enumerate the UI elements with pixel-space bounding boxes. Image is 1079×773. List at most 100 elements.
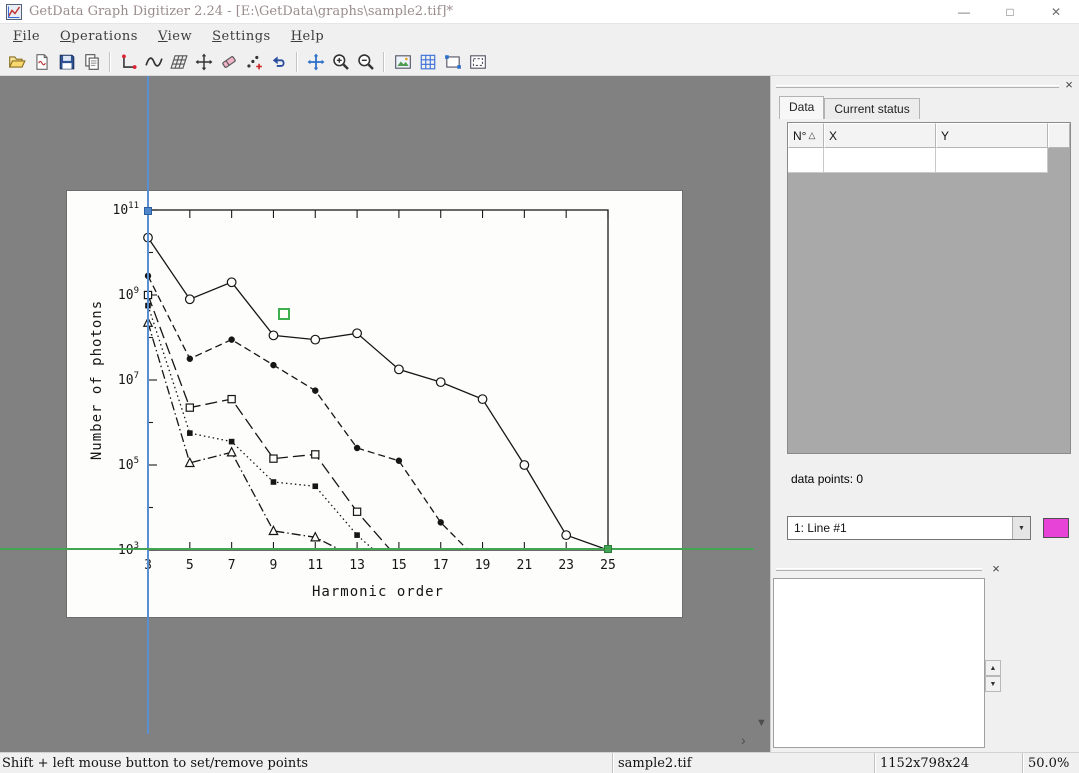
axis-point-handle-blue[interactable]: [144, 207, 152, 215]
show-image-button[interactable]: [390, 50, 415, 74]
menu-view[interactable]: View: [148, 26, 202, 47]
column-header-x[interactable]: X: [824, 123, 936, 148]
menu-help[interactable]: Help: [281, 26, 335, 47]
preview-panel[interactable]: [773, 578, 985, 748]
menu-file[interactable]: File: [3, 26, 50, 47]
zoom-in-icon: [332, 53, 350, 71]
digitize-area-icon: [170, 53, 188, 71]
toolbar-separator: [383, 52, 385, 72]
cell-y[interactable]: [936, 148, 1048, 173]
menu-settings[interactable]: Settings: [202, 26, 281, 47]
preview-panel-close-icon[interactable]: ×: [989, 563, 1003, 577]
svg-text:11: 11: [307, 558, 323, 573]
digitized-graph: 101110910710510335791113151719212325Harm…: [67, 191, 682, 617]
line-color-swatch[interactable]: [1043, 518, 1069, 538]
move-points-button[interactable]: [191, 50, 216, 74]
axis-point-handle-green[interactable]: [604, 545, 612, 553]
zoom-out-icon: [357, 53, 375, 71]
preview-scrollbar[interactable]: ▲ ▼: [985, 578, 1001, 748]
image-points-button[interactable]: [440, 50, 465, 74]
svg-text:21: 21: [517, 558, 533, 573]
digitize-area-button[interactable]: [166, 50, 191, 74]
open-button[interactable]: [4, 50, 29, 74]
panel-grip[interactable]: [776, 85, 1059, 88]
sort-indicator-icon: △: [808, 130, 815, 141]
svg-text:23: 23: [558, 558, 574, 573]
image-points-icon: [444, 53, 462, 71]
scroll-right-icon[interactable]: ›: [741, 734, 746, 746]
scroll-up-icon[interactable]: ▲: [985, 660, 1001, 676]
image-frame-button[interactable]: [465, 50, 490, 74]
svg-text:109: 109: [118, 286, 139, 303]
svg-text:Number of photons: Number of photons: [89, 300, 105, 460]
svg-text:25: 25: [600, 558, 616, 573]
scroll-down-icon[interactable]: ▼: [985, 676, 1001, 692]
zoom-in-button[interactable]: [328, 50, 353, 74]
column-header-y[interactable]: Y: [936, 123, 1048, 148]
x-axis-calibration-line[interactable]: [147, 76, 149, 734]
scroll-down-icon[interactable]: ▼: [756, 717, 767, 729]
window-title: GetData Graph Digitizer 2.24 - [E:\GetDa…: [29, 4, 453, 19]
copy-icon: [83, 53, 101, 71]
auto-trace-icon: [245, 53, 263, 71]
table-header: N° △ X Y: [788, 123, 1070, 148]
image-icon: [394, 53, 412, 71]
app-icon: [6, 4, 22, 20]
status-image-size: 1152x798x24: [874, 753, 1022, 773]
status-zoom-level: 50.0%: [1022, 753, 1079, 773]
svg-text:1011: 1011: [113, 201, 140, 218]
digitize-curve-button[interactable]: [141, 50, 166, 74]
move-points-icon: [195, 53, 213, 71]
menu-operations[interactable]: Operations: [50, 26, 148, 47]
maximize-button[interactable]: □: [987, 0, 1033, 23]
open-project-button[interactable]: [29, 50, 54, 74]
tab-current-status[interactable]: Current status: [824, 98, 919, 119]
main-region: 101110910710510335791113151719212325Harm…: [0, 76, 1079, 752]
grid-icon: [419, 53, 437, 71]
digitize-curve-icon: [145, 53, 163, 71]
data-table: N° △ X Y: [787, 122, 1071, 454]
svg-text:5: 5: [186, 558, 194, 573]
status-hint: Shift + left mouse button to set/remove …: [0, 753, 612, 773]
line-selector-combobox[interactable]: 1: Line #1 ▼: [787, 516, 1031, 540]
y-axis-calibration-line[interactable]: [0, 548, 754, 550]
svg-text:19: 19: [475, 558, 491, 573]
axes-setup-button[interactable]: [116, 50, 141, 74]
eraser-button[interactable]: [216, 50, 241, 74]
close-button[interactable]: ✕: [1033, 0, 1079, 23]
copy-button[interactable]: [79, 50, 104, 74]
svg-text:105: 105: [118, 456, 139, 473]
panel-close-icon[interactable]: ×: [1062, 79, 1076, 93]
pan-icon: [307, 53, 325, 71]
auto-trace-button[interactable]: [241, 50, 266, 74]
cell-number[interactable]: [788, 148, 824, 173]
column-number-label: N°: [793, 129, 806, 143]
open-icon: [8, 53, 26, 71]
combobox-dropdown-button[interactable]: ▼: [1012, 517, 1030, 539]
toolbar-separator: [109, 52, 111, 72]
column-header-number[interactable]: N° △: [788, 123, 824, 148]
open-project-icon: [33, 53, 51, 71]
image-frame-icon: [469, 53, 487, 71]
window-controls: — □ ✕: [941, 0, 1079, 23]
show-grid-button[interactable]: [415, 50, 440, 74]
undo-button[interactable]: [266, 50, 291, 74]
line-selector-value: 1: Line #1: [788, 517, 1012, 539]
chevron-down-icon: ▼: [1018, 525, 1025, 532]
canvas-workarea[interactable]: 101110910710510335791113151719212325Harm…: [0, 76, 770, 752]
save-button[interactable]: [54, 50, 79, 74]
toolbar-separator: [296, 52, 298, 72]
status-bar: Shift + left mouse button to set/remove …: [0, 752, 1079, 773]
tab-data[interactable]: Data: [779, 96, 824, 119]
data-panel: × Data Current status N° △ X Y: [770, 76, 1079, 752]
pan-button[interactable]: [303, 50, 328, 74]
graph-image[interactable]: 101110910710510335791113151719212325Harm…: [67, 191, 682, 617]
minimize-button[interactable]: —: [941, 0, 987, 23]
preview-panel-grip[interactable]: [776, 568, 982, 571]
zoom-out-button[interactable]: [353, 50, 378, 74]
table-row[interactable]: [788, 148, 1070, 173]
data-points-count: data points: 0: [791, 472, 863, 486]
save-icon: [58, 53, 76, 71]
cell-x[interactable]: [824, 148, 936, 173]
axes-setup-icon: [120, 53, 138, 71]
